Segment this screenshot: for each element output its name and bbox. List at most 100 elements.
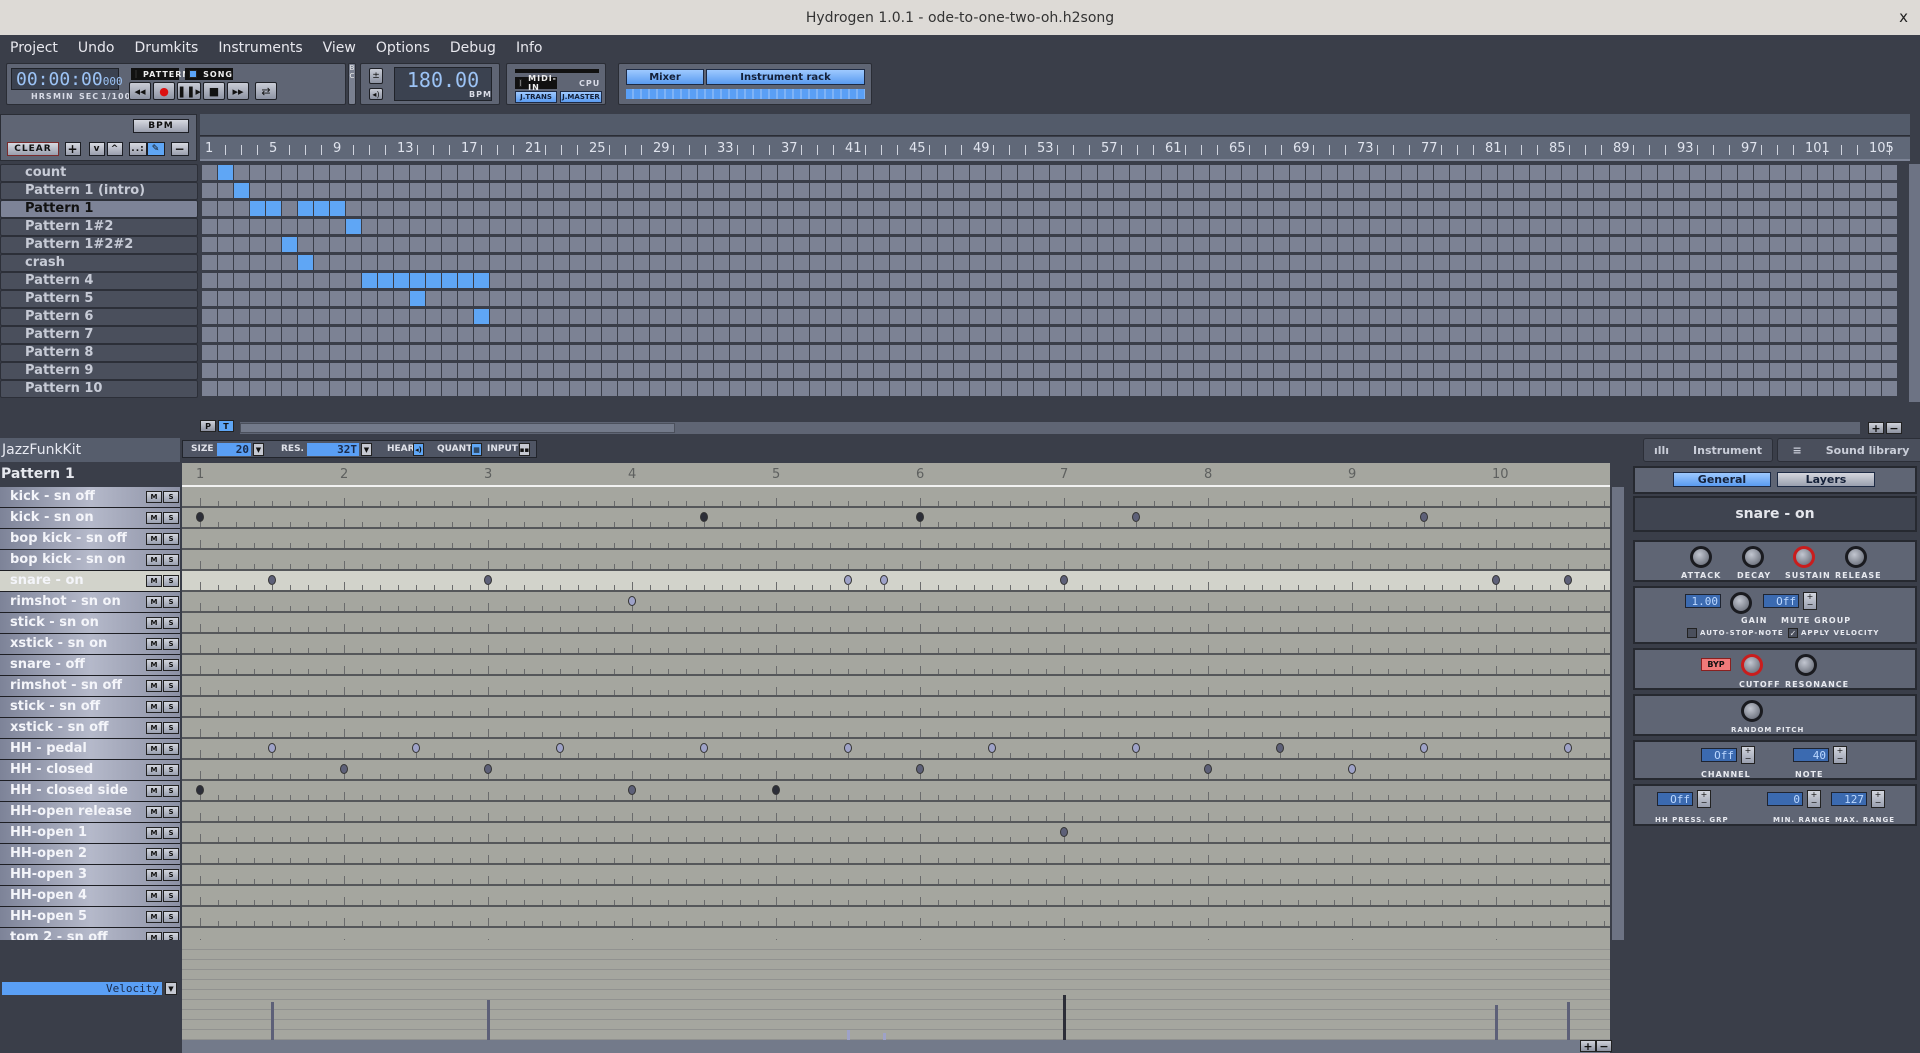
note[interactable] <box>1564 743 1572 753</box>
song-cell[interactable] <box>746 165 761 180</box>
song-cell[interactable] <box>1866 237 1881 252</box>
song-cell[interactable] <box>522 345 537 360</box>
instrument-row[interactable]: HH - closed M S <box>0 760 180 781</box>
song-cell[interactable] <box>410 381 425 396</box>
song-cell[interactable] <box>458 363 473 378</box>
song-cell[interactable] <box>1130 273 1145 288</box>
song-cell[interactable] <box>1802 309 1817 324</box>
song-cell[interactable] <box>794 345 809 360</box>
song-cell[interactable] <box>890 345 905 360</box>
song-cell[interactable] <box>314 363 329 378</box>
song-cell[interactable] <box>1450 309 1465 324</box>
mode-pattern-button[interactable]: PATTERN <box>131 68 189 80</box>
song-cell[interactable] <box>570 327 585 342</box>
song-cell[interactable] <box>682 219 697 234</box>
song-cell[interactable] <box>1866 291 1881 306</box>
song-cell[interactable] <box>330 327 345 342</box>
song-cell[interactable] <box>1658 363 1673 378</box>
note[interactable] <box>1060 827 1068 837</box>
size-value[interactable]: 20 <box>217 443 251 456</box>
song-cell[interactable] <box>1050 273 1065 288</box>
song-cell[interactable] <box>906 381 921 396</box>
song-cell[interactable] <box>1306 309 1321 324</box>
song-cell[interactable] <box>1706 381 1721 396</box>
mute-group-spin[interactable]: + − <box>1803 592 1817 610</box>
song-cell[interactable] <box>1626 255 1641 270</box>
song-cell[interactable] <box>554 183 569 198</box>
song-cell[interactable] <box>666 363 681 378</box>
song-cell[interactable] <box>1130 309 1145 324</box>
song-cell[interactable] <box>538 363 553 378</box>
note[interactable] <box>916 512 924 522</box>
song-cell[interactable] <box>1386 291 1401 306</box>
song-cell[interactable] <box>938 273 953 288</box>
song-cell[interactable] <box>634 183 649 198</box>
song-cell[interactable] <box>1450 165 1465 180</box>
song-cell[interactable] <box>282 363 297 378</box>
song-cell[interactable] <box>874 237 889 252</box>
song-cell[interactable] <box>1738 309 1753 324</box>
song-cell[interactable] <box>1546 183 1561 198</box>
song-cell[interactable] <box>1594 291 1609 306</box>
mute-button[interactable]: M <box>146 827 162 839</box>
note[interactable] <box>1492 575 1500 585</box>
song-cell[interactable] <box>650 291 665 306</box>
song-cell[interactable] <box>1642 363 1657 378</box>
song-cell[interactable] <box>1066 201 1081 216</box>
song-cell[interactable] <box>1770 381 1785 396</box>
song-cell[interactable] <box>1242 183 1257 198</box>
song-cell[interactable] <box>922 363 937 378</box>
song-cell[interactable] <box>1610 273 1625 288</box>
song-cell[interactable] <box>954 363 969 378</box>
song-cell[interactable] <box>490 273 505 288</box>
song-cell[interactable] <box>1482 219 1497 234</box>
song-cell[interactable] <box>282 273 297 288</box>
bpm-button[interactable]: BPM <box>133 119 189 133</box>
song-cell[interactable] <box>298 345 313 360</box>
song-cell[interactable] <box>858 183 873 198</box>
song-cell[interactable] <box>1002 363 1017 378</box>
song-cell[interactable] <box>1098 165 1113 180</box>
song-cell[interactable] <box>314 291 329 306</box>
song-cell[interactable] <box>1610 363 1625 378</box>
song-cell[interactable] <box>858 255 873 270</box>
fast-forward-button[interactable]: ▸▸ <box>227 82 249 100</box>
mute-button[interactable]: M <box>146 680 162 692</box>
close-icon[interactable]: x <box>1899 8 1908 26</box>
song-cell[interactable] <box>1450 255 1465 270</box>
bc-toggle[interactable]: B C <box>348 63 356 105</box>
song-cell[interactable] <box>538 237 553 252</box>
song-cell[interactable] <box>1434 201 1449 216</box>
song-cell[interactable] <box>986 201 1001 216</box>
song-cell[interactable] <box>202 201 217 216</box>
song-cell[interactable] <box>1034 345 1049 360</box>
song-cell[interactable] <box>1802 219 1817 234</box>
song-cell-active[interactable] <box>314 201 329 216</box>
song-cell[interactable] <box>1514 201 1529 216</box>
song-cell[interactable] <box>1610 219 1625 234</box>
song-cell[interactable] <box>266 327 281 342</box>
song-cell[interactable] <box>1418 255 1433 270</box>
song-cell[interactable] <box>1786 327 1801 342</box>
song-cell[interactable] <box>874 201 889 216</box>
song-cell[interactable] <box>1274 327 1289 342</box>
song-cell[interactable] <box>922 327 937 342</box>
song-cell[interactable] <box>1002 291 1017 306</box>
song-cell[interactable] <box>698 291 713 306</box>
song-cell[interactable] <box>682 183 697 198</box>
song-cell[interactable] <box>554 291 569 306</box>
song-cell[interactable] <box>1578 309 1593 324</box>
song-cell[interactable] <box>794 255 809 270</box>
song-cell[interactable] <box>362 327 377 342</box>
solo-button[interactable]: S <box>163 764 179 776</box>
song-cell[interactable] <box>602 201 617 216</box>
song-cell[interactable] <box>1402 327 1417 342</box>
song-cell[interactable] <box>1850 255 1865 270</box>
song-cell[interactable] <box>1178 201 1193 216</box>
filter-bypass-button[interactable]: BYP <box>1701 658 1731 671</box>
song-cell[interactable] <box>394 345 409 360</box>
song-cell[interactable] <box>394 183 409 198</box>
song-cell[interactable] <box>1258 309 1273 324</box>
song-cell[interactable] <box>1194 381 1209 396</box>
song-cell[interactable] <box>474 219 489 234</box>
